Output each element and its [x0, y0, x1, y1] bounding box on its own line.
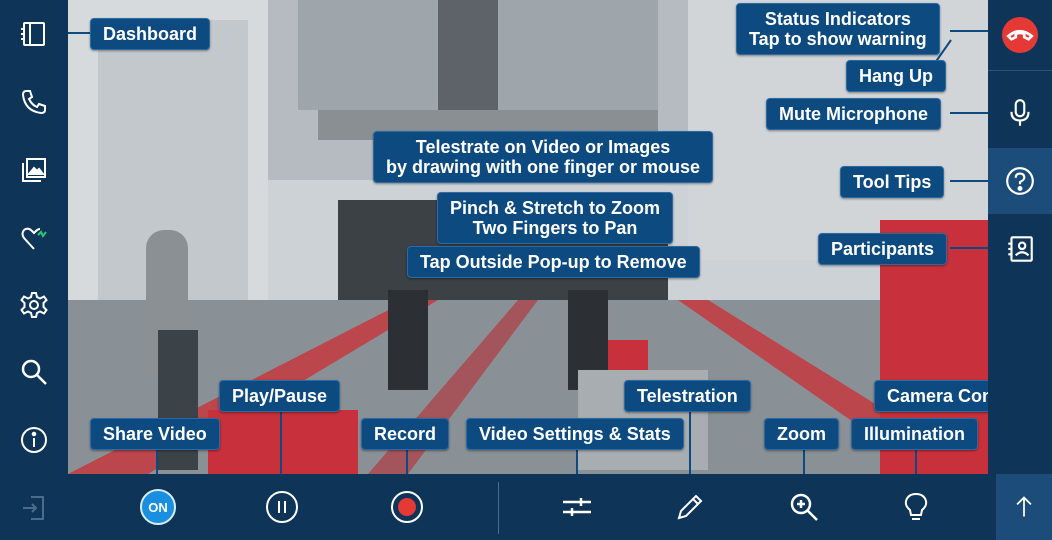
- tooltips-leader: [950, 180, 988, 182]
- share-video-toggle[interactable]: ON: [134, 483, 182, 531]
- info-icon[interactable]: [14, 420, 54, 460]
- share-video-state: ON: [140, 489, 176, 525]
- camera-controls-button[interactable]: [996, 474, 1052, 540]
- tooltip-dashboard: Dashboard: [90, 18, 211, 50]
- tooltip-participants: Participants: [818, 233, 948, 265]
- phone-icon[interactable]: [14, 82, 54, 122]
- tooltip-telestrate: Telestrate on Video or Images by drawing…: [373, 131, 714, 183]
- settings-gear-icon[interactable]: [14, 285, 54, 325]
- mute-leader: [950, 112, 988, 114]
- tooltip-status-line1: Status Indicators: [764, 9, 911, 29]
- hang-up-icon: [1002, 17, 1038, 53]
- pencil-icon: [677, 494, 703, 520]
- hang-up-button[interactable]: [988, 0, 1052, 71]
- help-icon: [1006, 167, 1034, 195]
- tooltip-hang-up: Hang Up: [846, 60, 946, 92]
- record-leader: [406, 446, 408, 474]
- videosettings-leader: [576, 446, 578, 474]
- tooltip-play-pause: Play/Pause: [219, 380, 341, 412]
- play-pause-button[interactable]: [258, 483, 306, 531]
- illumination-leader: [915, 446, 917, 474]
- zoom-leader: [803, 446, 805, 474]
- tooltip-share-video: Share Video: [90, 418, 220, 450]
- tooltip-camera-controls: Camera Controls: [874, 380, 988, 412]
- illumination-button[interactable]: [892, 483, 940, 531]
- participants-leader: [950, 247, 988, 249]
- video-stage[interactable]: Dashboard Status Indicators Tap to show …: [68, 0, 988, 474]
- participants-button[interactable]: [988, 216, 1052, 282]
- contacts-icon: [1008, 236, 1033, 262]
- pause-icon: [266, 491, 298, 523]
- zoom-button[interactable]: [780, 483, 828, 531]
- tooltip-telestrate-line2: by drawing with one finger or mouse: [386, 157, 701, 177]
- tooltip-record: Record: [361, 418, 450, 450]
- tooltip-pinch-zoom: Pinch & Stretch to Zoom Two Fingers to P…: [437, 192, 674, 244]
- status-leader: [950, 30, 988, 32]
- telestration-button[interactable]: [666, 483, 714, 531]
- dashboard-icon[interactable]: [14, 14, 54, 54]
- zoom-in-icon: [790, 493, 818, 521]
- toolbar-separator: [498, 482, 499, 534]
- tooltip-status-line2: Tap to show warning: [749, 29, 927, 49]
- tooltip-telestration: Telestration: [624, 380, 751, 412]
- record-button[interactable]: [383, 483, 431, 531]
- sliders-icon: [563, 498, 591, 516]
- lightbulb-icon: [904, 492, 928, 520]
- tooltip-tap-outside: Tap Outside Pop-up to Remove: [407, 246, 700, 278]
- tooltip-status-indicators: Status Indicators Tap to show warning: [736, 3, 940, 55]
- tooltip-pinch-line1: Pinch & Stretch to Zoom: [450, 198, 661, 218]
- tooltip-telestrate-line1: Telestrate on Video or Images: [415, 137, 671, 157]
- tooltip-video-settings: Video Settings & Stats: [466, 418, 684, 450]
- arrow-up-icon: [1016, 496, 1032, 517]
- dashboard-leader: [68, 32, 90, 34]
- search-icon[interactable]: [14, 352, 54, 392]
- mute-microphone-button[interactable]: [988, 80, 1052, 146]
- playpause-leader: [280, 410, 282, 474]
- right-sidebar: [988, 0, 1052, 474]
- gallery-icon[interactable]: [14, 150, 54, 190]
- telestration-leader: [689, 410, 691, 474]
- bottom-toolbar: ON: [68, 474, 1052, 540]
- tooltip-illumination: Illumination: [851, 418, 978, 450]
- video-settings-button[interactable]: [553, 483, 601, 531]
- health-heart-icon[interactable]: [14, 218, 54, 258]
- tooltip-tool-tips: Tool Tips: [840, 166, 945, 198]
- share-leader: [156, 446, 158, 474]
- tooltip-zoom: Zoom: [764, 418, 839, 450]
- tooltip-mute-microphone: Mute Microphone: [766, 98, 941, 130]
- record-icon: [391, 491, 423, 523]
- tool-tips-button[interactable]: [988, 148, 1052, 214]
- tooltip-pinch-line2: Two Fingers to Pan: [472, 218, 638, 238]
- microphone-icon: [1010, 99, 1030, 126]
- exit-icon[interactable]: [14, 488, 54, 528]
- left-sidebar: [0, 0, 68, 540]
